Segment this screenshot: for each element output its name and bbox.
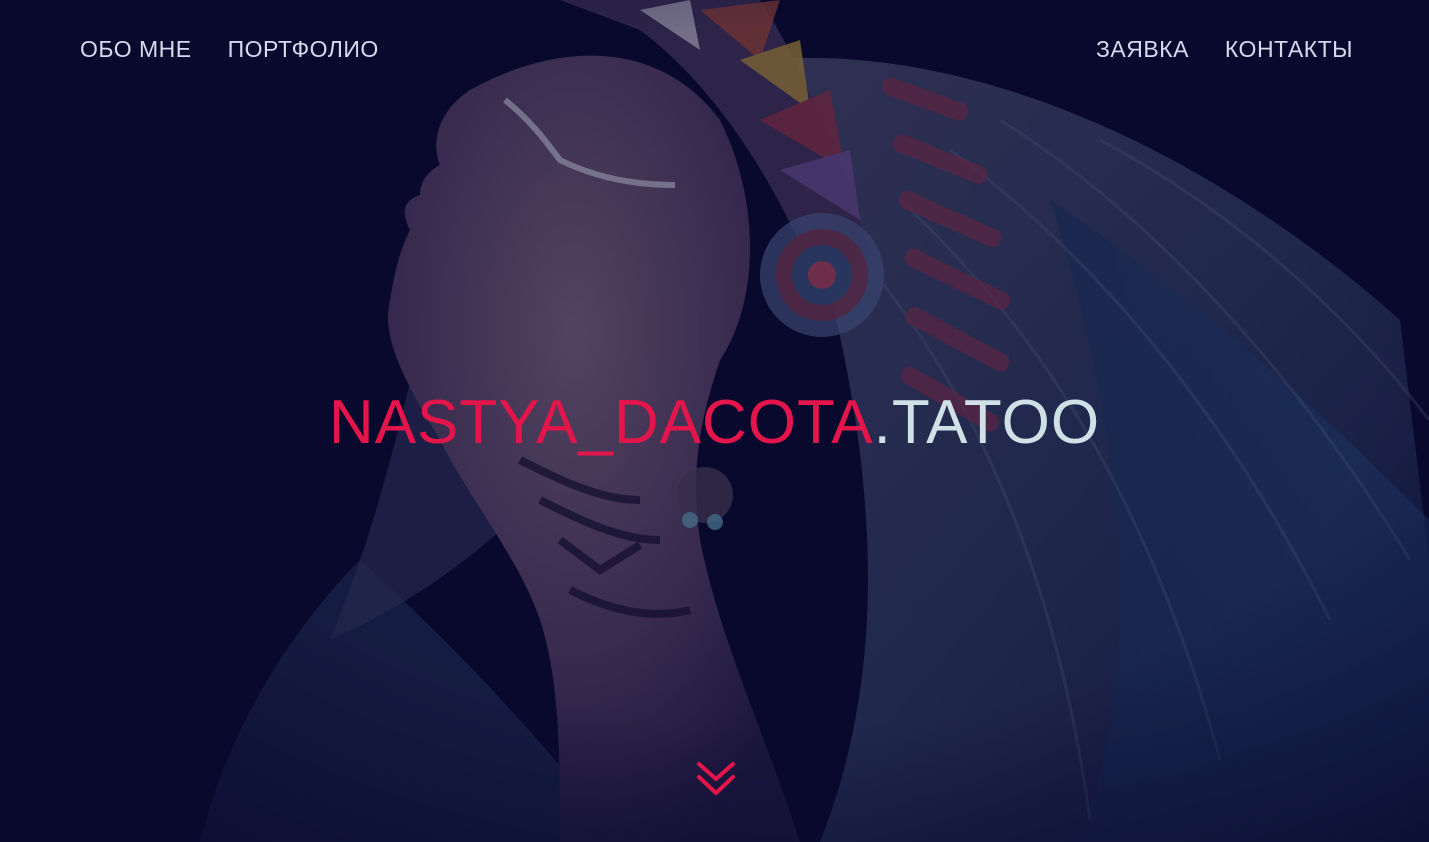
brand-title: NASTYA_DACOTA.TATOO (0, 386, 1429, 460)
nav-link-portfolio[interactable]: ПОРТФОЛИО (228, 36, 379, 63)
nav-link-about[interactable]: ОБО МНЕ (80, 36, 192, 63)
nav-right: ЗАЯВКА КОНТАКТЫ (1096, 36, 1353, 63)
nav-link-contacts[interactable]: КОНТАКТЫ (1225, 36, 1353, 63)
brand-name: NASTYA_DACOTA (328, 388, 874, 457)
double-chevron-down-icon[interactable] (696, 760, 736, 798)
nav-left: ОБО МНЕ ПОРТФОЛИО (80, 36, 379, 63)
hero-section: ОБО МНЕ ПОРТФОЛИО ЗАЯВКА КОНТАКТЫ NASTYA… (0, 0, 1429, 842)
nav-link-request[interactable]: ЗАЯВКА (1096, 36, 1189, 63)
brand-domain: .TATOO (873, 388, 1101, 457)
